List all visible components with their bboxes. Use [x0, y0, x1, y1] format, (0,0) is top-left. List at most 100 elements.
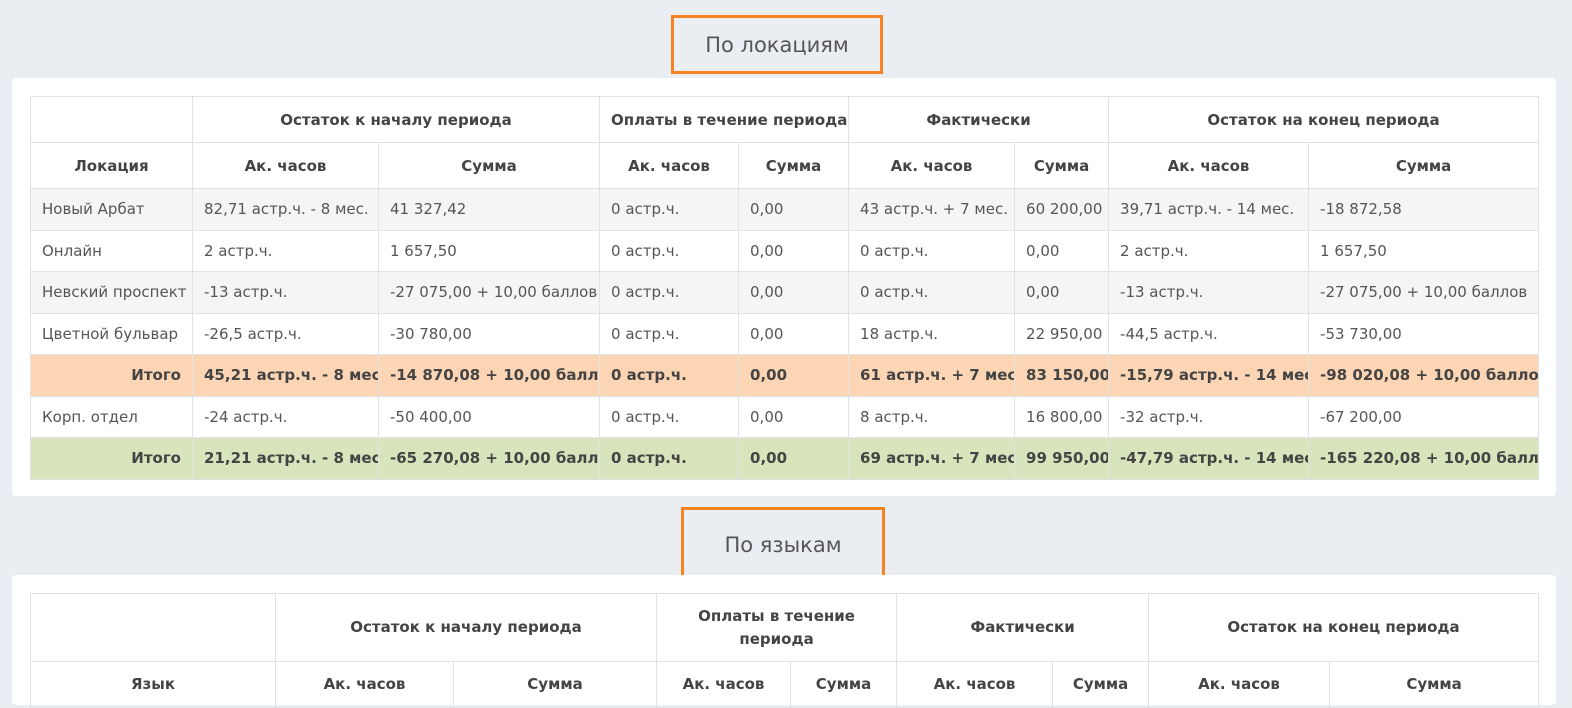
table-cell: -32 астр.ч. [1108, 395, 1310, 438]
table-row: Цветной бульвар -26,5 астр.ч. -30 780,00 0 … [30, 312, 1540, 355]
total-row: Итого 21,21 астр.ч. - 8 мес. -65 270,08 + … [30, 437, 1540, 480]
table-cell: -24 астр.ч. [192, 395, 379, 438]
table-cell: -165 220,08 + 10,00 баллов [1308, 437, 1540, 480]
table-cell: 0 астр.ч. [599, 312, 740, 355]
table-cell: -14 870,08 + 10,00 баллов [377, 354, 601, 397]
table-cell: -65 270,08 + 10,00 баллов [377, 437, 601, 480]
group-header-payments: Оплаты в течение периода [599, 96, 850, 143]
column-header-hours[interactable]: Ак. часов [275, 661, 454, 708]
column-header-hours[interactable]: Ак. часов [599, 142, 740, 189]
table-cell: 0 астр.ч. [848, 271, 1016, 314]
table-cell: -53 730,00 [1308, 312, 1540, 355]
table-cell: 82,71 астр.ч. - 8 мес. [192, 188, 379, 231]
table-cell: 0 астр.ч. [599, 354, 740, 397]
column-header-hours[interactable]: Ак. часов [896, 661, 1054, 708]
row-label: Новый Арбат [30, 188, 193, 231]
row-label: Итого [30, 437, 193, 480]
column-header-sum[interactable]: Сумма [452, 661, 658, 708]
table-cell: 41 327,42 [377, 188, 601, 231]
table-cell: 0,00 [738, 229, 850, 272]
table-cell: 43 астр.ч. + 7 мес. [848, 188, 1016, 231]
table-cell: -26,5 астр.ч. [192, 312, 379, 355]
table-cell: 2 астр.ч. [192, 229, 379, 272]
group-header-end-balance: Остаток на конец периода [1148, 593, 1540, 662]
table-cell: -67 200,00 [1308, 395, 1540, 438]
section-title-locations: По локациям [671, 15, 883, 74]
row-label: Корп. отдел [30, 395, 193, 438]
column-header-sum[interactable]: Сумма [790, 661, 898, 708]
table-cell: 60 200,00 [1014, 188, 1110, 231]
table-cell: 0,00 [1014, 271, 1110, 314]
column-header-hours[interactable]: Ак. часов [1148, 661, 1331, 708]
locations-table-body: Новый Арбат 82,71 астр.ч. - 8 мес. 41 327,… [30, 188, 1540, 480]
column-header-hours[interactable]: Ак. часов [1108, 142, 1310, 189]
table-cell: 0,00 [738, 188, 850, 231]
column-header-sum[interactable]: Сумма [1052, 661, 1150, 708]
table-cell: -50 400,00 [377, 395, 601, 438]
group-header-actual: Фактически [848, 96, 1110, 143]
header-empty [30, 593, 276, 662]
table-row: Онлайн 2 астр.ч. 1 657,50 0 астр.ч. 0,00 0 ас… [30, 229, 1540, 272]
table-cell: 0 астр.ч. [848, 229, 1016, 272]
table-cell: 0,00 [738, 271, 850, 314]
group-header-start-balance: Остаток к началу периода [274, 593, 658, 662]
locations-card: Остаток к началу периода Оплаты в течени… [12, 78, 1556, 496]
table-cell: 1 657,50 [1308, 229, 1540, 272]
table-cell: -27 075,00 + 10,00 баллов [1308, 271, 1540, 314]
table-row: Невский проспект -13 астр.ч. -27 075,00 + … [30, 271, 1540, 314]
table-cell: 0,00 [1014, 229, 1110, 272]
table-row: Новый Арбат 82,71 астр.ч. - 8 мес. 41 327,… [30, 188, 1540, 231]
column-header-language[interactable]: Язык [30, 661, 276, 708]
column-header-hours[interactable]: Ак. часов [848, 142, 1016, 189]
table-cell: 22 950,00 [1014, 312, 1110, 355]
table-cell: 99 950,00 [1014, 437, 1110, 480]
table-cell: 16 800,00 [1014, 395, 1110, 438]
row-label: Цветной бульвар [30, 312, 193, 355]
locations-table: Остаток к началу периода Оплаты в течени… [30, 96, 1540, 480]
group-header-start-balance: Остаток к началу периода [191, 96, 601, 143]
column-header-location[interactable]: Локация [30, 142, 193, 189]
table-cell: 0,00 [738, 312, 850, 355]
column-header-hours[interactable]: Ак. часов [656, 661, 792, 708]
table-cell: 2 астр.ч. [1108, 229, 1310, 272]
table-cell: 0 астр.ч. [599, 188, 740, 231]
table-cell: -27 075,00 + 10,00 баллов [377, 271, 601, 314]
total-row: Итого 45,21 астр.ч. - 8 мес. -14 870,08 + … [30, 354, 1540, 397]
table-cell: 1 657,50 [377, 229, 601, 272]
table-cell: 83 150,00 [1014, 354, 1110, 397]
table-cell: 0,00 [738, 437, 850, 480]
table-cell: -15,79 астр.ч. - 14 мес. [1108, 354, 1310, 397]
table-cell: -44,5 астр.ч. [1108, 312, 1310, 355]
table-cell: 39,71 астр.ч. - 14 мес. [1108, 188, 1310, 231]
table-cell: 0 астр.ч. [599, 229, 740, 272]
table-cell: 0 астр.ч. [599, 271, 740, 314]
column-header-sum[interactable]: Сумма [1014, 142, 1110, 189]
table-cell: 0,00 [738, 395, 850, 438]
column-header-sum[interactable]: Сумма [377, 142, 601, 189]
table-cell: 8 астр.ч. [848, 395, 1016, 438]
table-cell: -13 астр.ч. [1108, 271, 1310, 314]
group-header-end-balance: Остаток на конец периода [1108, 96, 1540, 143]
group-header-actual: Фактически [896, 593, 1150, 662]
group-header-payments: Оплаты в течение периода [656, 593, 898, 662]
languages-table: Остаток к началу периода Оплаты в течени… [30, 593, 1540, 708]
table-cell: -98 020,08 + 10,00 баллов [1308, 354, 1540, 397]
table-cell: 18 астр.ч. [848, 312, 1016, 355]
table-row: Корп. отдел -24 астр.ч. -50 400,00 0 астр.ч… [30, 395, 1540, 438]
column-header-sum[interactable]: Сумма [1329, 661, 1540, 708]
table-cell: 0 астр.ч. [599, 395, 740, 438]
table-cell: -30 780,00 [377, 312, 601, 355]
table-cell: 0,00 [738, 354, 850, 397]
column-header-sum[interactable]: Сумма [1308, 142, 1540, 189]
table-cell: 0 астр.ч. [599, 437, 740, 480]
table-cell: 45,21 астр.ч. - 8 мес. [192, 354, 379, 397]
table-cell: 21,21 астр.ч. - 8 мес. [192, 437, 379, 480]
table-cell: -18 872,58 [1308, 188, 1540, 231]
table-cell: 61 астр.ч. + 7 мес. [848, 354, 1016, 397]
column-header-hours[interactable]: Ак. часов [192, 142, 379, 189]
header-empty [30, 96, 193, 143]
table-cell: -13 астр.ч. [192, 271, 379, 314]
column-header-sum[interactable]: Сумма [738, 142, 850, 189]
row-label: Невский проспект [30, 271, 193, 314]
table-cell: -47,79 астр.ч. - 14 мес. [1108, 437, 1310, 480]
